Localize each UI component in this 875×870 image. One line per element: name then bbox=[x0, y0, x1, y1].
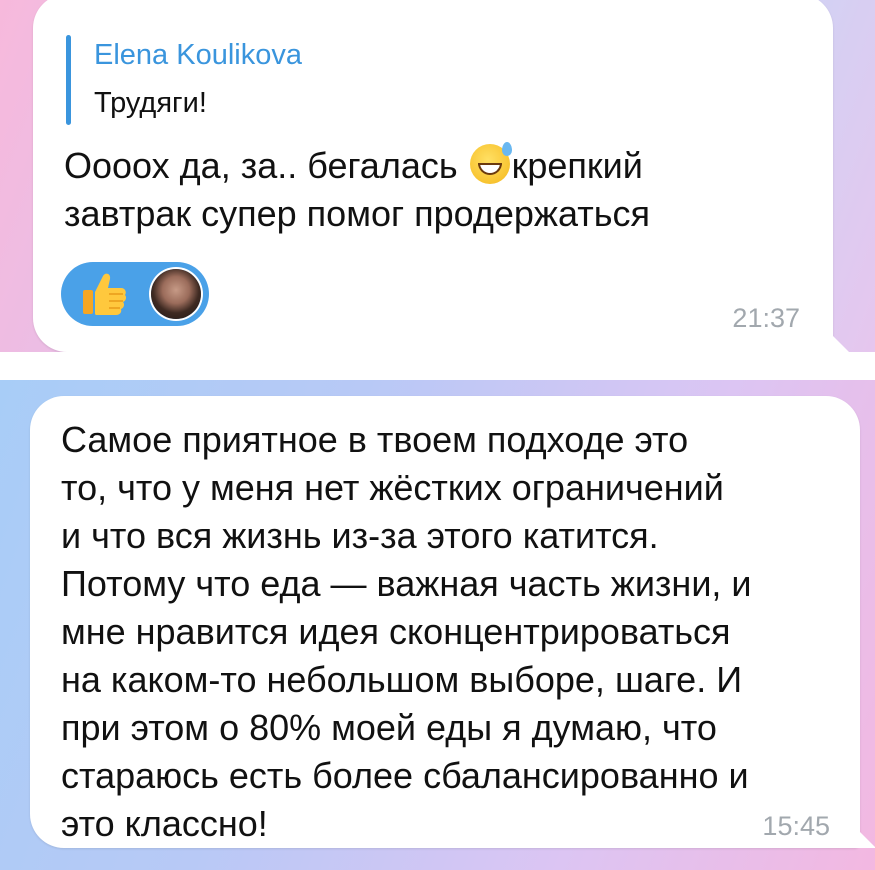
message-bubble-top[interactable]: Elena Koulikova Трудяги! Оооох да, за.. … bbox=[33, 0, 849, 352]
message-time-top: 21:37 bbox=[732, 303, 800, 333]
chat-background-top: Elena Koulikova Трудяги! Оооох да, за.. … bbox=[0, 0, 875, 352]
reply-text: Трудяги! bbox=[94, 87, 207, 119]
reply-author: Elena Koulikova bbox=[94, 39, 302, 71]
thumbs-up-icon bbox=[83, 273, 127, 315]
message-text-top: Оооох да, за.. бегалась крепкий завтрак … bbox=[64, 142, 824, 238]
reply-bar bbox=[66, 35, 71, 125]
reaction-chip[interactable] bbox=[61, 262, 209, 326]
reactor-avatar[interactable] bbox=[151, 269, 201, 319]
bubble-tail bbox=[827, 330, 849, 352]
grinning-face-with-sweat-icon bbox=[469, 142, 512, 184]
message-bubble-bottom[interactable]: Самое приятное в твоем подходе это то, ч… bbox=[30, 396, 875, 848]
message-text-part-1: Оооох да, за.. бегалась bbox=[64, 145, 468, 186]
chat-background-bottom: Самое приятное в твоем подходе это то, ч… bbox=[0, 380, 875, 870]
message-time-bottom: 15:45 bbox=[762, 811, 830, 841]
bubble-tail bbox=[854, 826, 875, 848]
message-text-bottom: Самое приятное в твоем подходе это то, ч… bbox=[61, 419, 752, 844]
